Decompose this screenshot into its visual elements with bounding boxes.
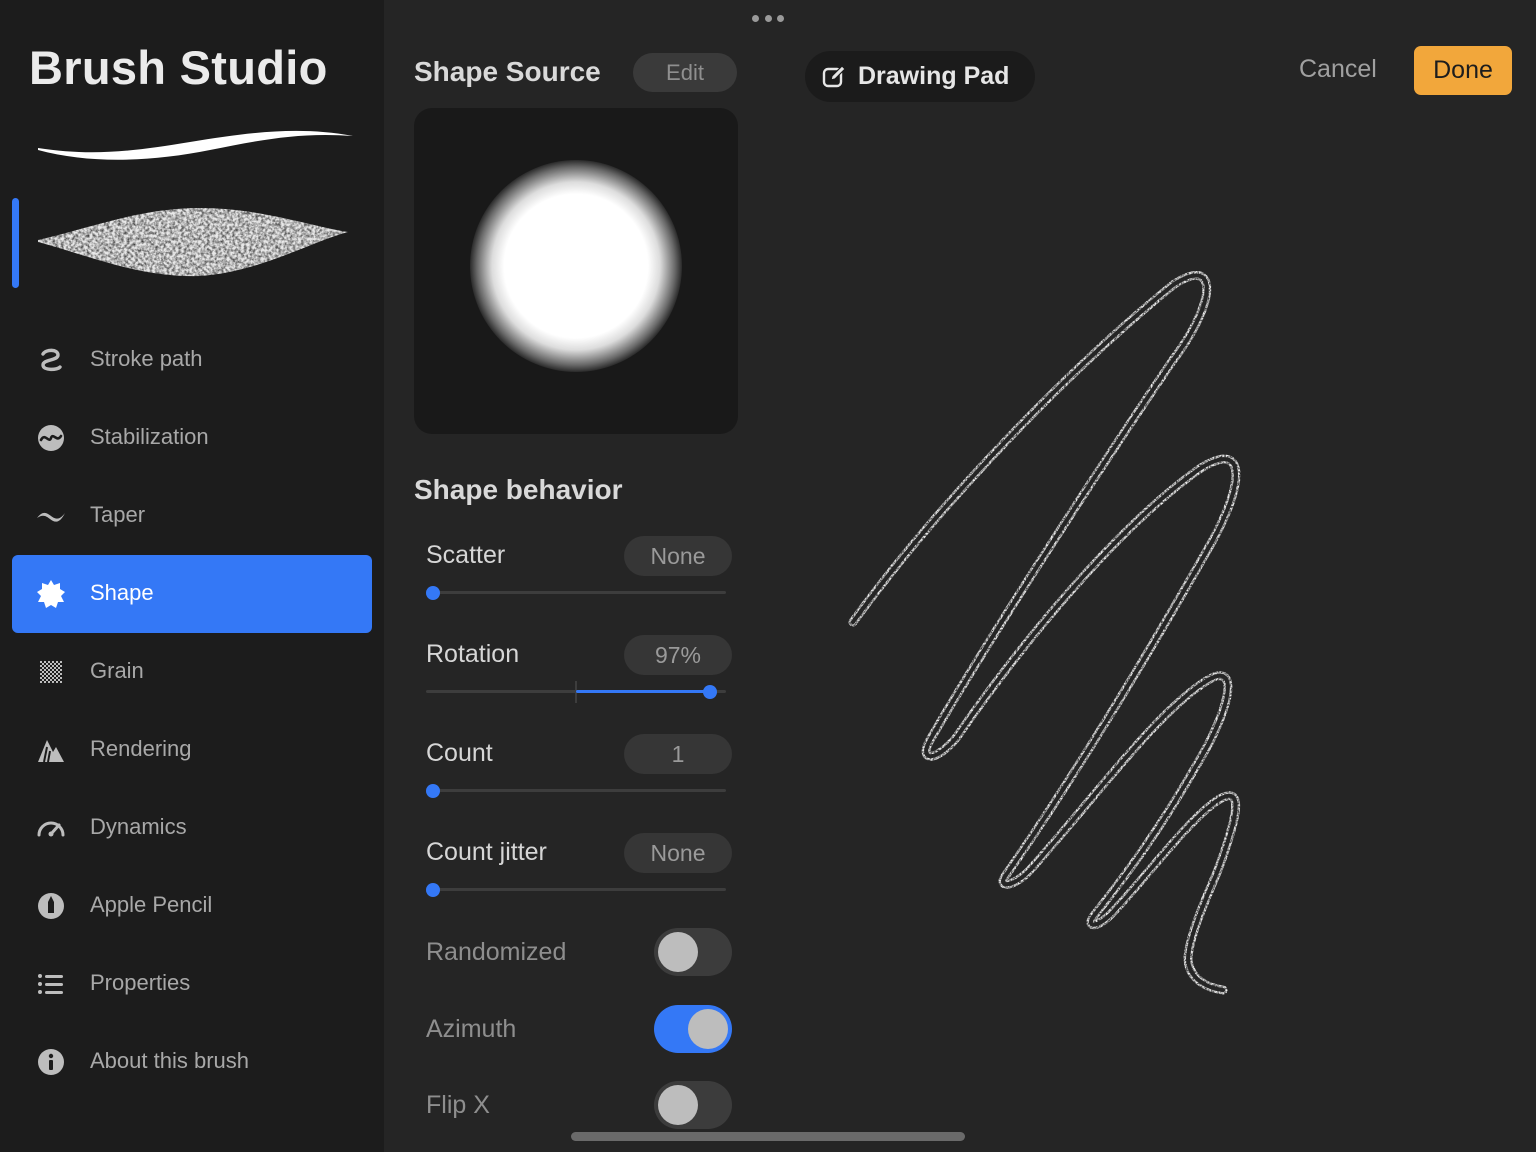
count-jitter-slider-track[interactable] — [426, 888, 726, 891]
azimuth-toggle[interactable] — [654, 1005, 732, 1053]
app-title: Brush Studio — [29, 41, 328, 94]
sidebar-item-label: Properties — [90, 970, 191, 995]
soft-round-shape — [470, 160, 682, 372]
sidebar-item-apple-pencil[interactable]: Apple Pencil — [12, 867, 372, 945]
sidebar-item-label: Apple Pencil — [90, 892, 213, 917]
edit-shape-source-button[interactable]: Edit — [633, 53, 737, 92]
rotation-slider-fill — [576, 690, 711, 693]
test-stroke — [848, 271, 1241, 995]
properties-icon — [36, 969, 66, 999]
scatter-label: Scatter — [426, 541, 506, 569]
flip-x-setting: Flip X — [426, 1081, 732, 1131]
count-jitter-setting: Count jitter None — [426, 833, 732, 913]
sidebar-item-label: Stroke path — [90, 346, 203, 371]
azimuth-setting: Azimuth — [426, 1005, 732, 1055]
sidebar-item-label: Dynamics — [90, 814, 187, 839]
sidebar-item-stroke-path[interactable]: Stroke path — [12, 321, 372, 399]
sidebar-item-grain[interactable]: Grain — [12, 633, 372, 711]
sidebar-item-stabilization[interactable]: Stabilization — [12, 399, 372, 477]
brush-texture-preview[interactable] — [30, 198, 360, 288]
sidebar-item-about[interactable]: About this brush — [12, 1023, 372, 1101]
sidebar-item-label: Shape — [90, 580, 154, 605]
sidebar-item-dynamics[interactable]: Dynamics — [12, 789, 372, 867]
count-slider-track[interactable] — [426, 789, 726, 792]
randomized-toggle[interactable] — [654, 928, 732, 976]
stroke-path-icon — [36, 345, 66, 375]
drawing-pad[interactable]: Drawing Pad Cancel Done — [768, 0, 1536, 1152]
sidebar-item-label: Taper — [90, 502, 146, 527]
flip-x-toggle[interactable] — [654, 1081, 732, 1129]
taper-icon — [36, 501, 66, 531]
dynamics-icon — [36, 813, 66, 843]
brush-stroke-preview — [38, 130, 353, 160]
sidebar-item-taper[interactable]: Taper — [12, 477, 372, 555]
rotation-label: Rotation — [426, 640, 520, 668]
rendering-icon — [36, 735, 66, 765]
count-value[interactable]: 1 — [624, 734, 732, 774]
rotation-value[interactable]: 97% — [624, 635, 732, 675]
count-jitter-slider-knob[interactable] — [426, 883, 440, 897]
brush-settings-nav: Stroke path Stabilization Taper Shape Gr… — [12, 321, 372, 1101]
home-indicator[interactable] — [571, 1132, 965, 1141]
count-slider-knob[interactable] — [426, 784, 440, 798]
randomized-label: Randomized — [426, 938, 567, 966]
count-jitter-value[interactable]: None — [624, 833, 732, 873]
shape-behavior-title: Shape behavior — [414, 474, 623, 505]
rotation-setting: Rotation 97% — [426, 635, 732, 715]
scatter-setting: Scatter None — [426, 536, 732, 616]
toggle-thumb — [658, 1085, 698, 1125]
sidebar-item-label: Stabilization — [90, 424, 209, 449]
sidebar: Brush Studio Stroke path Stabilization T… — [0, 0, 384, 1152]
count-jitter-label: Count jitter — [426, 838, 547, 866]
scatter-value[interactable]: None — [624, 536, 732, 576]
apple-pencil-icon — [36, 891, 66, 921]
selected-brush-indicator — [12, 198, 19, 288]
sidebar-item-rendering[interactable]: Rendering — [12, 711, 372, 789]
sidebar-item-label: Grain — [90, 658, 144, 683]
randomized-setting: Randomized — [426, 928, 732, 978]
shape-source-title: Shape Source — [414, 56, 601, 87]
toggle-thumb — [658, 932, 698, 972]
toggle-thumb — [688, 1009, 728, 1049]
stabilization-icon — [36, 423, 66, 453]
sidebar-item-label: About this brush — [90, 1048, 249, 1073]
sidebar-item-shape[interactable]: Shape — [12, 555, 372, 633]
grain-icon — [36, 657, 66, 687]
scatter-slider-knob[interactable] — [426, 586, 440, 600]
sidebar-item-label: Rendering — [90, 736, 192, 761]
count-label: Count — [426, 739, 493, 767]
rotation-slider-knob[interactable] — [703, 685, 718, 699]
sidebar-item-properties[interactable]: Properties — [12, 945, 372, 1023]
azimuth-label: Azimuth — [426, 1015, 517, 1043]
flip-x-label: Flip X — [426, 1091, 490, 1119]
scatter-slider-track[interactable] — [426, 591, 726, 594]
multitasking-dots-icon[interactable] — [752, 12, 784, 24]
info-icon — [36, 1047, 66, 1077]
shape-icon — [36, 579, 66, 609]
shape-settings-panel: Shape Source Edit Shape behavior Scatter… — [384, 0, 768, 1152]
shape-source-preview[interactable] — [414, 108, 738, 434]
count-setting: Count 1 — [426, 734, 732, 814]
